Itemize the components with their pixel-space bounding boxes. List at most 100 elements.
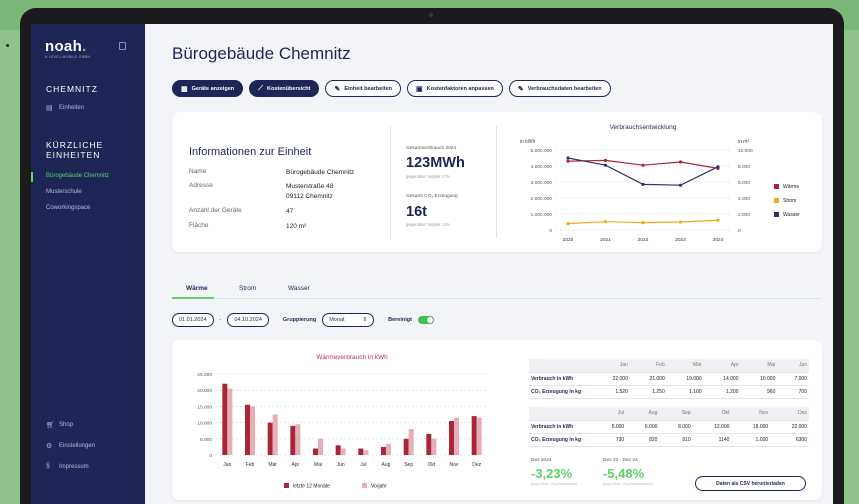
bar xyxy=(272,414,278,455)
sidebar-item-settings[interactable]: ⚙ Einstellungen xyxy=(46,442,95,450)
y-tick-label: 25.000 xyxy=(197,372,212,378)
grid-icon: ▦ xyxy=(181,85,188,93)
table-row: CO₂ Erzeugung in kg 1.520 1.250 1.100 1.… xyxy=(529,385,809,399)
table-cell: 1140 xyxy=(692,433,732,447)
updown-icon: ⇕ xyxy=(362,317,368,323)
sidebar-item-recent-2[interactable]: Musterschule xyxy=(46,189,82,195)
kpi-consumption-label: Gesamtverbrauch 2024 xyxy=(406,146,457,151)
sidebar-item-imprint[interactable]: § Impressum xyxy=(46,463,89,470)
month-change-label: Dez 2024 xyxy=(531,458,552,463)
legend-swatch xyxy=(284,483,289,488)
y-tick-label: 5.000 xyxy=(200,437,212,443)
gear-icon: ⚙ xyxy=(46,443,53,450)
month-header: Mai xyxy=(740,359,778,373)
sidebar-section-recent: KÜRZLICHE EINHEITEN xyxy=(46,140,104,160)
money-icon: ▣ xyxy=(416,85,423,93)
x-tick-label: 2024 xyxy=(713,237,724,243)
sidebar-item-recent-1[interactable]: Bürogebäude Chemnitz xyxy=(46,173,109,179)
month-header: Aug xyxy=(626,407,660,421)
bar xyxy=(358,448,364,455)
table-cell: 14.000 xyxy=(703,372,741,386)
info-label-devices: Anzahl der Geräte xyxy=(189,207,242,214)
month-header: Okt xyxy=(692,407,732,421)
sidebar-item-shop[interactable]: 🛒︎ Shop xyxy=(46,421,73,429)
y-tick-label: 15.000 xyxy=(197,404,212,410)
table-cell: 18.000 xyxy=(731,420,771,434)
data-point xyxy=(641,163,645,167)
data-point xyxy=(716,218,720,222)
bar xyxy=(426,433,432,455)
adjust-cost-factors-button[interactable]: ▣ Kostenfaktoren anpassen xyxy=(407,80,503,97)
app-screen: noah. A LEVEL.MOBILE GMBH CHEMNITZ ▤ Ein… xyxy=(31,24,833,504)
row-label: CO₂ Erzeugung in kg xyxy=(529,433,593,447)
tab-water[interactable]: Wasser xyxy=(288,285,310,292)
table-cell: 700 xyxy=(777,385,809,399)
info-value-name: Bürogebäude Chemnitz xyxy=(286,169,355,176)
bar xyxy=(222,383,228,455)
bar xyxy=(340,448,346,455)
month-change-sub: gegenüber Vorjahresmonat xyxy=(531,482,577,486)
tab-heat[interactable]: Wärme xyxy=(186,285,208,292)
table-cell: 820 xyxy=(626,433,660,447)
date-to-field[interactable]: 04.10.2024 xyxy=(227,313,269,327)
download-csv-button[interactable]: Daten als CSV herunterladen xyxy=(695,476,806,491)
pencil-icon: ✎ xyxy=(334,85,341,93)
table-cell: 1.250 xyxy=(629,385,667,399)
info-label-name: Name xyxy=(189,168,207,175)
table-cell: 1.020 xyxy=(731,433,771,447)
table-cell: 960 xyxy=(740,385,778,399)
data-point xyxy=(678,220,683,224)
legend-swatch xyxy=(774,212,779,217)
kpi-co2-value: 16t xyxy=(406,204,427,220)
info-value-devices: 47 xyxy=(286,208,294,215)
adjusted-toggle[interactable] xyxy=(417,316,434,324)
sidebar: noah. A LEVEL.MOBILE GMBH CHEMNITZ ▤ Ein… xyxy=(31,24,145,504)
data-point xyxy=(641,221,645,225)
y-tick-label-left: 4.000.000 xyxy=(531,164,553,170)
x-tick-label: 2022 xyxy=(638,237,649,243)
table-row: CO₂ Erzeugung in kg 730 820 910 1140 1.0… xyxy=(529,433,809,447)
table-cell: 12.000 xyxy=(692,420,732,434)
brand-logo[interactable]: noah. xyxy=(45,38,87,55)
table-header-row: Jul Aug Sep Okt Nov Dez xyxy=(529,407,809,421)
legend-label: Wasser xyxy=(783,212,800,218)
table-corner xyxy=(529,407,593,421)
table-cell: 10.000 xyxy=(740,372,778,386)
sidebar-item-units[interactable]: ▤ Einheiten xyxy=(46,104,84,112)
y-axis-label-left: in kWh xyxy=(520,139,536,145)
y-tick-label-left: 5.000.000 xyxy=(531,148,553,154)
table-cell: 6300 xyxy=(770,433,809,447)
x-tick-label: Jul xyxy=(360,462,366,468)
data-point xyxy=(678,160,683,164)
table-cell: 22.000 xyxy=(770,420,809,434)
row-label: Verbrauch in kWh xyxy=(529,372,593,386)
row-label: Verbrauch in kWh xyxy=(529,420,593,434)
sidebar-collapse-icon[interactable] xyxy=(119,42,126,50)
bar xyxy=(335,445,341,455)
show-devices-button[interactable]: ▦ Geräte anzeigen xyxy=(172,80,244,97)
page-title: Bürogebäude Chemnitz xyxy=(172,44,351,63)
data-point xyxy=(566,156,570,160)
grouping-select[interactable]: Monat ⇕ xyxy=(322,313,375,327)
x-tick-label: 2020 xyxy=(563,237,574,243)
edit-consumption-button[interactable]: ✎ Verbrauchsdaten bearbeiten xyxy=(508,80,611,97)
info-value-area: 120 m² xyxy=(286,223,307,230)
table-cell: 6.000 xyxy=(626,420,660,434)
period-change-sub: gegenüber Vorjahreszeitraum xyxy=(603,482,653,486)
month-header: Jun xyxy=(777,359,809,373)
chart-title: Verbrauchsentwicklung xyxy=(610,124,677,131)
table-cell: 1.520 xyxy=(593,385,630,399)
table-row: Verbrauch in kWh 22.000 21.000 19.000 14… xyxy=(529,372,809,386)
sidebar-item-recent-3[interactable]: Coworkingspace xyxy=(46,205,90,211)
date-from-field[interactable]: 01.01.2024 xyxy=(172,313,214,327)
camera-dot xyxy=(429,13,433,17)
data-point xyxy=(603,158,608,162)
series-line xyxy=(567,157,719,186)
edit-unit-button[interactable]: ✎ Einheit bearbeiten xyxy=(325,80,401,97)
sidebar-section-location: CHEMNITZ xyxy=(46,84,98,94)
cost-overview-button[interactable]: ⟋ Kostenübersicht xyxy=(249,80,320,97)
month-change-value: -3,23% xyxy=(531,466,573,481)
active-tab-underline xyxy=(172,297,214,299)
tab-electricity[interactable]: Strom xyxy=(239,285,256,292)
info-title: Informationen zur Einheit xyxy=(189,146,312,158)
